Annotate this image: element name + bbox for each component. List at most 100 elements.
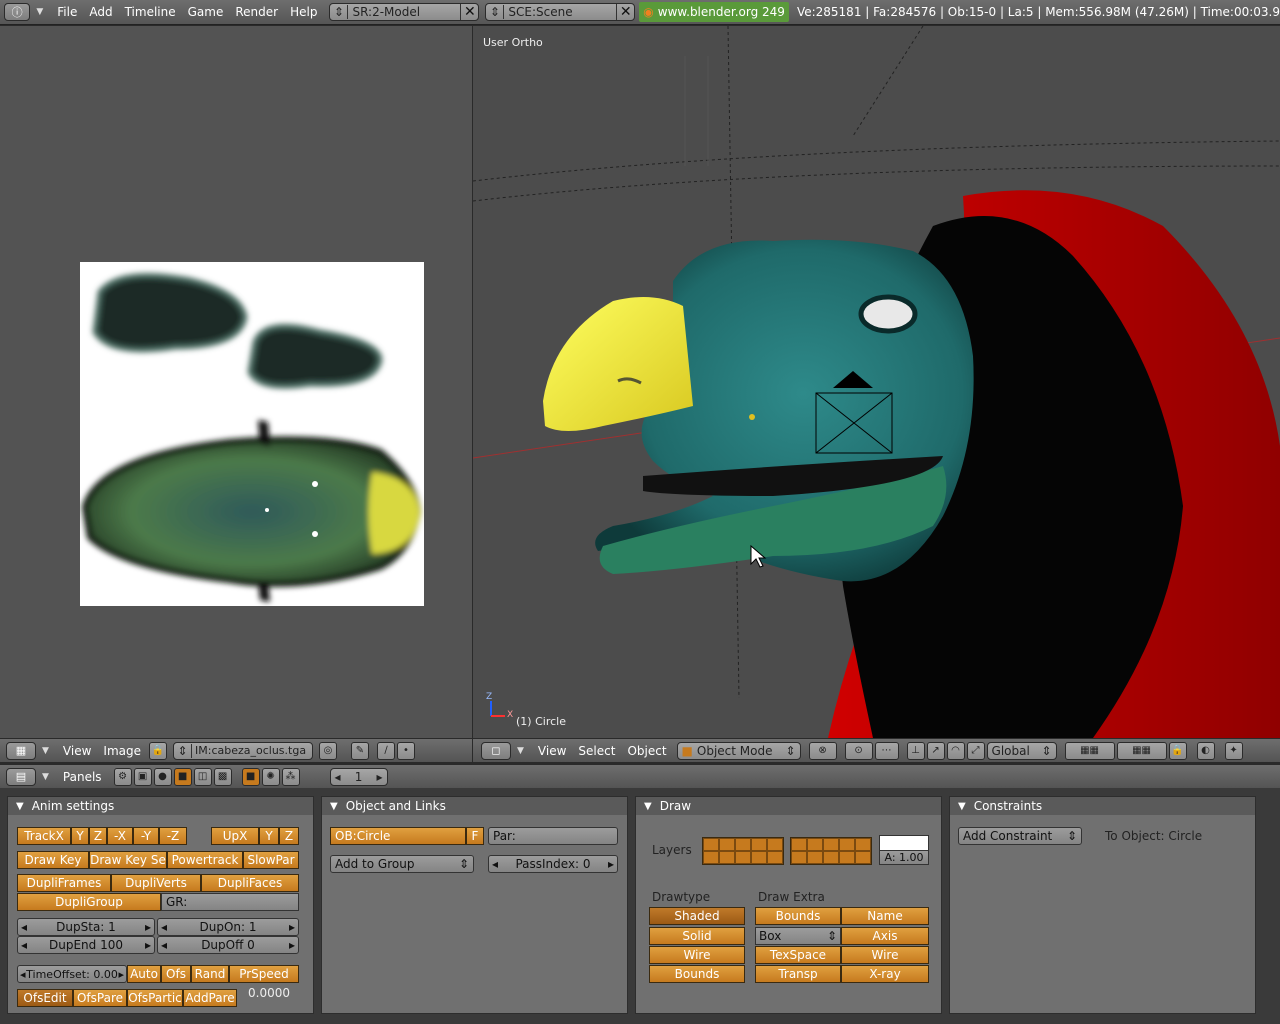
dupon-dec-icon[interactable]: ◂ (161, 920, 167, 934)
constraints-header[interactable]: ▼ Constraints (950, 797, 1255, 815)
dupend-inc-icon[interactable]: ▸ (145, 938, 151, 952)
extra-bounds[interactable]: Bounds (755, 907, 841, 925)
mode-selector[interactable]: ■ Object Mode ⇕ (676, 741, 801, 760)
track-negy-button[interactable]: -Y (133, 827, 159, 845)
draw-key-sel-button[interactable]: Draw Key Se (89, 851, 167, 869)
passindex-inc-icon[interactable]: ▸ (608, 857, 614, 871)
dupliframes-button[interactable]: DupliFrames (17, 874, 111, 892)
layers-grid-right[interactable] (790, 837, 872, 865)
menu-help[interactable]: Help (284, 5, 323, 19)
timeoffset-field[interactable]: ◂ TimeOffset: 0.00 ▸ (17, 965, 127, 983)
image-browse-icon[interactable]: ⇕ (174, 743, 192, 758)
timeoffset-dec-icon[interactable]: ◂ (20, 968, 26, 981)
drawtype-wire[interactable]: Wire (649, 946, 745, 964)
physics-icon[interactable]: ✺ (261, 767, 280, 786)
fake-user-button[interactable]: F (466, 827, 484, 845)
scene-icon[interactable]: ▩ (213, 767, 232, 786)
menu-view-3d[interactable]: View (532, 744, 572, 758)
color-swatch[interactable] (879, 835, 929, 850)
collapse-triangle-icon[interactable]: ▼ (644, 801, 652, 812)
dot-icon[interactable]: • (397, 741, 415, 760)
track-negz-button[interactable]: -Z (159, 827, 187, 845)
info-icon[interactable]: ⓘ (4, 3, 31, 21)
draw-mode-icon[interactable]: ⊗ (808, 741, 837, 760)
pivot-icon[interactable]: ⊙ (844, 741, 873, 760)
ofs-button[interactable]: Ofs (161, 965, 191, 983)
screen-name[interactable]: SR:2-Model (348, 5, 460, 19)
ogl-render-icon[interactable]: ✦ (1224, 741, 1243, 760)
dupliverts-button[interactable]: DupliVerts (111, 874, 201, 892)
alpha-field[interactable]: A: 1.00 (879, 850, 929, 865)
mode-label[interactable]: Object Mode (697, 744, 786, 758)
rotate-icon[interactable]: ◠ (946, 741, 965, 760)
scene-name[interactable]: SCE:Scene (504, 5, 616, 19)
editing-icon[interactable]: ◫ (193, 767, 212, 786)
timeoffset-inc-icon[interactable]: ▸ (118, 968, 124, 981)
rand-button[interactable]: Rand (191, 965, 229, 983)
translate-icon[interactable]: ↗ (926, 741, 945, 760)
bounds-type-menu[interactable]: Box ⇕ (755, 927, 841, 945)
shading-icon[interactable]: ● (153, 767, 172, 786)
track-negx-button[interactable]: -X (107, 827, 133, 845)
frame-decrement-icon[interactable]: ◂ (335, 770, 341, 784)
add-constraint-label[interactable]: Add Constraint (963, 829, 1052, 843)
logic-icon[interactable]: ⚙ (113, 767, 132, 786)
menu-view[interactable]: View (57, 744, 97, 758)
menu-collapse-icon[interactable]: ▼ (36, 7, 43, 17)
editor-type-3d-icon[interactable]: ◻ (481, 741, 511, 760)
header3d-collapse-icon[interactable]: ▼ (517, 746, 524, 756)
dupsta-dec-icon[interactable]: ◂ (21, 920, 27, 934)
dupend-value[interactable]: DupEnd 100 (49, 938, 123, 952)
collapse-triangle-icon[interactable]: ▼ (330, 801, 338, 812)
extra-axis[interactable]: Axis (841, 927, 929, 945)
drawtype-shaded[interactable]: Shaded (649, 907, 745, 925)
screen-browse-icon[interactable]: ⇕ (330, 5, 349, 19)
menu-image[interactable]: Image (97, 744, 147, 758)
extra-name[interactable]: Name (841, 907, 929, 925)
dupend-dec-icon[interactable]: ◂ (21, 938, 27, 952)
frame-field[interactable]: ◂ 1 ▸ (329, 767, 388, 786)
up-y-button[interactable]: Y (259, 827, 279, 845)
draw-key-button[interactable]: Draw Key (17, 851, 89, 869)
buttons-type-icon[interactable]: ▤ (6, 767, 36, 786)
menu-file[interactable]: File (51, 5, 83, 19)
passindex-value[interactable]: PassIndex: 0 (515, 857, 590, 871)
dupon-inc-icon[interactable]: ▸ (289, 920, 295, 934)
object-sub-icon[interactable]: ■ (241, 767, 260, 786)
dupoff-value[interactable]: DupOff 0 (201, 938, 255, 952)
extra-texspace[interactable]: TexSpace (755, 946, 841, 964)
manipulator-icon[interactable]: ⊥ (906, 741, 925, 760)
image-name[interactable]: IM:cabeza_oclus.tga (192, 744, 312, 757)
track-z-button[interactable]: Z (89, 827, 107, 845)
ofspare-button[interactable]: OfsPare (73, 989, 127, 1007)
pin-icon[interactable]: 🔒 (149, 741, 167, 760)
particles-icon[interactable]: ⁂ (281, 767, 300, 786)
orientation-label[interactable]: Global (992, 744, 1042, 758)
menu-select[interactable]: Select (572, 744, 621, 758)
image-selector[interactable]: ⇕ IM:cabeza_oclus.tga (173, 741, 313, 760)
prspeed-button[interactable]: PrSpeed (229, 965, 299, 983)
menu-panels[interactable]: Panels (57, 770, 108, 784)
slowpar-button[interactable]: SlowPar (243, 851, 299, 869)
extra-transp[interactable]: Transp (755, 965, 841, 983)
object-name-field[interactable]: OB:Circle (330, 827, 466, 845)
object-links-header[interactable]: ▼ Object and Links (322, 797, 627, 815)
dupsta-field[interactable]: ◂ DupSta: 1 ▸ (17, 918, 155, 936)
extra-wire[interactable]: Wire (841, 946, 929, 964)
lock-layer-icon[interactable]: 🔒 (1168, 741, 1187, 760)
screen-delete-icon[interactable]: ✕ (460, 4, 478, 20)
menu-game[interactable]: Game (182, 5, 230, 19)
add-to-group-menu[interactable]: Add to Group ⇕ (330, 855, 474, 873)
layers-grid2-icon[interactable]: ▦▦ (1116, 741, 1167, 760)
dupoff-inc-icon[interactable]: ▸ (289, 938, 295, 952)
passindex-field[interactable]: ◂ PassIndex: 0 ▸ (488, 855, 618, 873)
passindex-dec-icon[interactable]: ◂ (492, 857, 498, 871)
menu-render[interactable]: Render (229, 5, 284, 19)
layers-grid-left[interactable] (702, 837, 784, 865)
drawtype-bounds[interactable]: Bounds (649, 965, 745, 983)
image-editor[interactable] (0, 26, 472, 738)
dupend-field[interactable]: ◂ DupEnd 100 ▸ (17, 936, 155, 954)
sample-icon[interactable]: ∕ (377, 741, 395, 760)
scene-delete-icon[interactable]: ✕ (616, 4, 634, 20)
blender-link[interactable]: ◉ www.blender.org 249 (639, 2, 789, 22)
